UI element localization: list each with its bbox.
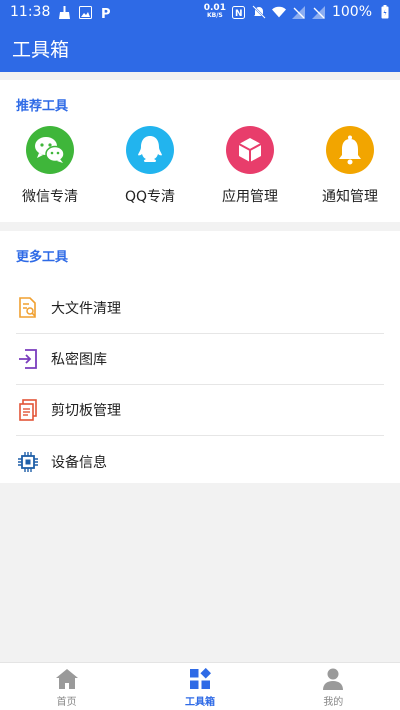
bottom-nav: 首页 工具箱 我的 — [0, 662, 400, 710]
recommend-title: 推荐工具 — [16, 99, 69, 114]
person-icon — [321, 667, 345, 691]
list-item-clipboard-manage[interactable]: 剪切板管理 — [16, 385, 384, 436]
svg-text:N: N — [235, 9, 243, 19]
nav-toolbox[interactable]: 工具箱 — [133, 663, 266, 710]
app-bar: 工具箱 — [0, 24, 400, 72]
broom-icon — [57, 5, 71, 19]
signal-2-icon — [312, 5, 326, 19]
net-speed: 0.01 KB/S — [204, 4, 226, 20]
home-icon — [55, 667, 79, 691]
tool-label: 微信专清 — [22, 189, 78, 205]
more-tools-list: 大文件清理 私密图库 剪切板管理 设备信息 — [16, 283, 384, 487]
svg-text:P: P — [101, 7, 111, 19]
battery-percent: 100% — [331, 4, 372, 20]
list-item-label: 剪切板管理 — [51, 403, 121, 419]
list-item-device-info[interactable]: 设备信息 — [16, 436, 384, 487]
tool-label: QQ专清 — [124, 189, 176, 205]
clipboard-icon — [16, 398, 40, 422]
chip-icon — [16, 450, 40, 474]
list-item-label: 设备信息 — [51, 454, 107, 471]
more-tools-title: 更多工具 — [16, 250, 69, 265]
list-item-label: 大文件清理 — [51, 301, 121, 317]
tool-label: 通知管理 — [322, 189, 378, 205]
p-app-icon: P — [99, 5, 113, 19]
wechat-icon — [26, 126, 74, 174]
nav-label: 我的 — [323, 697, 344, 708]
battery-icon — [378, 5, 392, 19]
qq-icon — [126, 126, 174, 174]
nav-home[interactable]: 首页 — [0, 663, 133, 710]
tool-wechat-clean[interactable]: 微信专清 — [0, 126, 100, 206]
net-speed-value: 0.01 — [203, 3, 226, 13]
recommend-grid: 微信专清 QQ专清 应用管理 通知管理 — [0, 126, 400, 206]
login-arrow-icon — [16, 347, 40, 371]
page-title: 工具箱 — [12, 38, 70, 61]
file-search-icon — [16, 296, 40, 320]
signal-1-icon — [292, 5, 306, 19]
recommend-section: 推荐工具 微信专清 QQ专清 应用管理 通知管理 — [0, 80, 400, 222]
status-bar: 11:38 P 0.01 KB/S N 100% — [0, 0, 400, 24]
more-tools-section: 更多工具 大文件清理 私密图库 剪切板管理 设备信息 — [0, 231, 400, 483]
tool-notification-manage[interactable]: 通知管理 — [300, 126, 400, 206]
status-time: 11:38 — [10, 4, 51, 20]
list-item-private-gallery[interactable]: 私密图库 — [16, 334, 384, 385]
tool-qq-clean[interactable]: QQ专清 — [100, 126, 200, 206]
app-box-icon — [226, 126, 274, 174]
list-item-large-file-clean[interactable]: 大文件清理 — [16, 283, 384, 334]
nav-label: 首页 — [56, 697, 77, 708]
net-speed-unit: KB/S — [206, 12, 223, 19]
nfc-icon: N — [232, 5, 246, 19]
tool-app-manage[interactable]: 应用管理 — [200, 126, 300, 206]
image-icon — [78, 5, 92, 19]
bell-muted-icon — [252, 5, 266, 19]
wifi-icon — [271, 5, 286, 19]
bell-icon — [326, 126, 374, 174]
nav-mine[interactable]: 我的 — [267, 663, 400, 710]
tool-label: 应用管理 — [222, 189, 278, 205]
list-item-label: 私密图库 — [51, 352, 107, 368]
nav-label: 工具箱 — [184, 697, 215, 708]
toolbox-icon — [188, 667, 212, 691]
